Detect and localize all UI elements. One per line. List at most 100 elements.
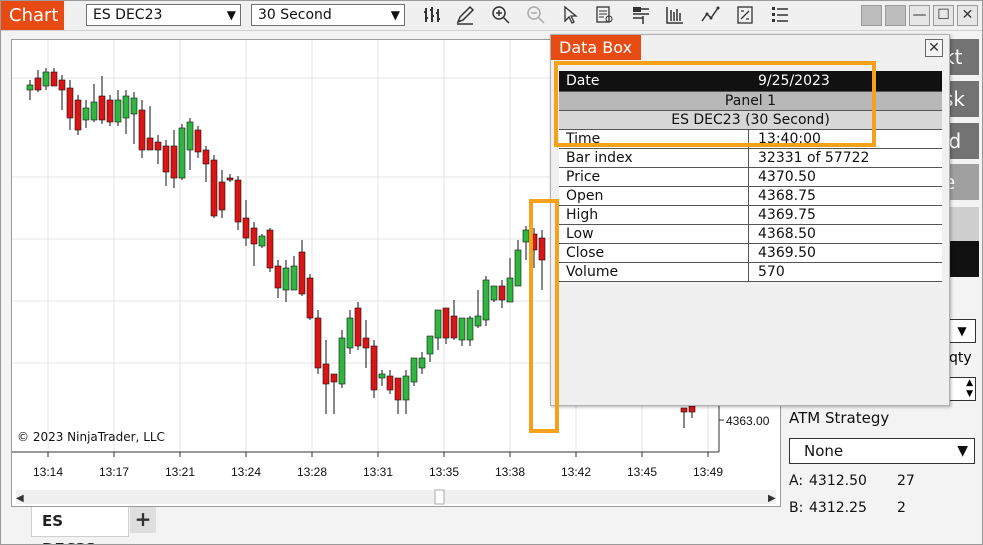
candle bbox=[290, 256, 298, 291]
data-row-separator bbox=[748, 206, 749, 225]
candle bbox=[514, 240, 522, 287]
time-axis-label: 13:14 bbox=[33, 465, 63, 479]
strategies-icon[interactable] bbox=[733, 4, 757, 26]
properties-icon[interactable] bbox=[768, 4, 792, 26]
data-row-label: Price bbox=[566, 169, 601, 185]
candle bbox=[370, 340, 378, 398]
data-row-value: 4368.50 bbox=[758, 226, 816, 242]
horizontal-scrollbar[interactable] bbox=[16, 490, 776, 504]
toolbar: Chart ES DEC23 ▼ 30 Second ▼ — ☐ ✕ bbox=[1, 1, 982, 31]
time-axis-label: 13:24 bbox=[231, 465, 261, 479]
data-row: Open 4368.75 bbox=[559, 187, 942, 206]
scroll-left-icon[interactable]: ◀ bbox=[16, 493, 24, 504]
candle bbox=[338, 330, 346, 388]
candle bbox=[34, 70, 42, 92]
instrument-selector[interactable]: ES DEC23 ▼ bbox=[86, 4, 241, 26]
scroll-right-icon[interactable]: ▶ bbox=[768, 493, 776, 504]
candle bbox=[178, 124, 186, 180]
interval-selector[interactable]: 30 Second ▼ bbox=[251, 4, 405, 26]
candle bbox=[226, 174, 234, 182]
chevron-up-icon: ▲ bbox=[966, 378, 973, 388]
bid-price: 4312.25 bbox=[809, 500, 867, 516]
candle bbox=[210, 155, 218, 218]
zoom-out-icon[interactable] bbox=[524, 4, 548, 26]
time-axis-label: 13:45 bbox=[627, 465, 657, 479]
atm-strategy-select[interactable]: None ▼ bbox=[789, 438, 975, 464]
candle bbox=[82, 100, 90, 128]
chart-trader-icon[interactable] bbox=[629, 4, 653, 26]
time-axis-label: 13:17 bbox=[99, 465, 129, 479]
candle bbox=[386, 370, 394, 394]
instrument-selector-value: ES DEC23 bbox=[93, 7, 163, 23]
data-row-value: 4368.75 bbox=[758, 188, 816, 204]
candle bbox=[346, 310, 354, 354]
scrollbar-thumb[interactable] bbox=[434, 489, 445, 505]
candle bbox=[434, 309, 442, 350]
pointer-icon[interactable] bbox=[558, 4, 582, 26]
candle bbox=[458, 317, 466, 346]
qty-stepper[interactable]: ▲ ▼ bbox=[948, 377, 976, 401]
time-axis-label: 13:21 bbox=[165, 465, 195, 479]
data-row-separator bbox=[748, 187, 749, 206]
candle bbox=[90, 84, 98, 122]
window-title: Chart bbox=[1, 1, 64, 30]
chart-window: Chart ES DEC23 ▼ 30 Second ▼ — ☐ ✕ 4363.… bbox=[0, 0, 983, 545]
add-tab-button[interactable]: + bbox=[130, 507, 156, 533]
ask-price: 4312.50 bbox=[809, 473, 867, 489]
instrument-list-icon[interactable] bbox=[663, 4, 687, 26]
data-row-separator bbox=[748, 149, 749, 168]
bid-label: B: bbox=[789, 500, 804, 516]
maximize-button[interactable]: ☐ bbox=[933, 5, 954, 26]
bar-type-icon[interactable] bbox=[421, 4, 445, 26]
price-axis-label: 4363.00 bbox=[726, 414, 770, 428]
data-row-label: Open bbox=[566, 188, 604, 204]
minimize-button[interactable]: — bbox=[909, 5, 930, 26]
candle bbox=[74, 95, 82, 135]
candle bbox=[130, 92, 138, 144]
candle bbox=[162, 140, 170, 186]
chevron-down-icon: ▼ bbox=[957, 324, 967, 338]
indicators-icon[interactable] bbox=[698, 4, 722, 26]
candle bbox=[114, 90, 122, 126]
link-button[interactable] bbox=[861, 5, 882, 26]
candle bbox=[26, 80, 34, 100]
data-row-value: 4369.50 bbox=[758, 245, 816, 261]
data-box-close-button[interactable]: ✕ bbox=[925, 39, 943, 57]
atm-strategy-value: None bbox=[804, 442, 844, 460]
data-row: Price 4370.50 bbox=[559, 168, 942, 187]
candle bbox=[138, 100, 146, 158]
close-button[interactable]: ✕ bbox=[957, 5, 978, 26]
ask-size: 27 bbox=[897, 473, 915, 489]
highlight-bar bbox=[529, 199, 559, 433]
account-dropdown[interactable]: ▼ bbox=[948, 319, 976, 343]
chevron-down-icon: ▼ bbox=[226, 8, 236, 22]
time-axis-label: 13:42 bbox=[561, 465, 591, 479]
qty-label: qty bbox=[949, 350, 972, 366]
candle bbox=[418, 352, 426, 374]
candle bbox=[362, 320, 370, 368]
candle bbox=[170, 130, 178, 188]
candle bbox=[410, 357, 418, 386]
data-row-label: Low bbox=[566, 226, 594, 242]
zoom-in-icon[interactable] bbox=[489, 4, 513, 26]
bid-size: 2 bbox=[897, 500, 906, 516]
data-row: Low 4368.50 bbox=[559, 225, 942, 244]
candle bbox=[506, 258, 514, 303]
data-box-icon[interactable] bbox=[593, 4, 617, 26]
data-row-label: Volume bbox=[566, 264, 619, 280]
chevron-down-icon: ▼ bbox=[390, 8, 400, 22]
data-row-separator bbox=[748, 263, 749, 282]
ask-line: A: 4312.50 27 bbox=[789, 473, 915, 489]
candle bbox=[474, 290, 482, 328]
candle bbox=[186, 118, 194, 170]
candle bbox=[250, 222, 258, 266]
drawing-tool-icon[interactable] bbox=[453, 4, 477, 26]
candle bbox=[146, 106, 154, 151]
candle bbox=[354, 302, 362, 350]
time-axis-label: 13:28 bbox=[297, 465, 327, 479]
instrument-link-button[interactable] bbox=[885, 5, 906, 26]
tab-es-dec23[interactable]: ES DEC23 bbox=[31, 507, 129, 544]
highlight-header bbox=[554, 61, 876, 147]
data-row-separator bbox=[748, 225, 749, 244]
candle bbox=[498, 280, 506, 308]
